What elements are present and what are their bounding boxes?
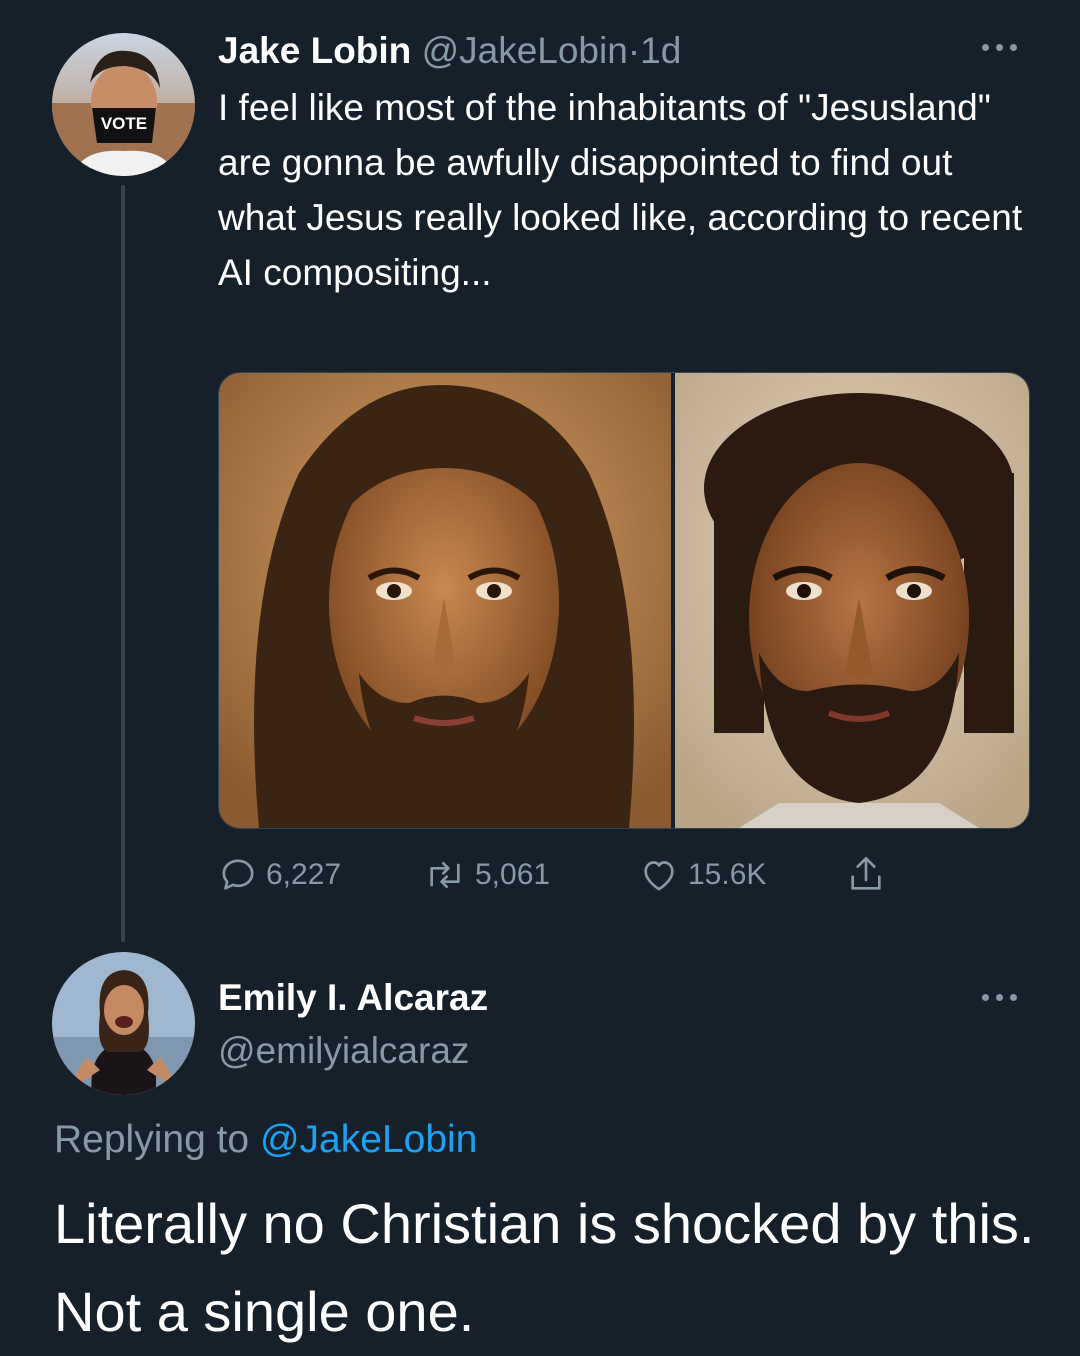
like-button[interactable]: 15.6K <box>638 850 766 900</box>
reply-author-name[interactable]: Emily I. Alcaraz <box>218 975 488 1021</box>
author-name[interactable]: Jake Lobin <box>218 30 411 71</box>
right-face-image <box>675 373 1029 828</box>
reply-count: 6,227 <box>266 858 342 891</box>
retweet-button[interactable]: 5,061 <box>423 850 550 900</box>
retweet-icon <box>430 862 460 888</box>
like-count: 15.6K <box>688 858 767 891</box>
tweet-media-image[interactable] <box>218 372 1030 829</box>
reply-author-handle[interactable]: @emilyialcaraz <box>218 1028 469 1074</box>
tweet-text: I feel like most of the inhabitants of "… <box>218 87 1023 293</box>
replying-to-line: Replying to @JakeLobin <box>54 1115 477 1165</box>
tweet-header: Jake Lobin @JakeLobin·1d <box>218 28 681 74</box>
like-icon <box>644 861 674 891</box>
share-icon <box>851 857 881 890</box>
reply-button[interactable]: 6,227 <box>218 850 341 900</box>
left-face-image <box>219 373 671 828</box>
thread-connector-line <box>121 185 125 942</box>
more-icon[interactable] <box>982 990 1022 1004</box>
retweet-count: 5,061 <box>475 858 551 891</box>
avatar-jake-lobin[interactable]: VOTE <box>52 33 195 176</box>
replying-to-label: Replying to <box>54 1118 250 1161</box>
mask-vote-text: VOTE <box>101 114 147 133</box>
reply-text: Literally no Christian is shocked by thi… <box>54 1192 1035 1343</box>
tweet-timestamp[interactable]: 1d <box>640 30 681 71</box>
replying-to-mention-link[interactable]: @JakeLobin <box>260 1118 477 1161</box>
share-button[interactable] <box>846 850 894 900</box>
header-separator: · <box>627 30 641 71</box>
author-handle[interactable]: @JakeLobin <box>422 30 628 71</box>
avatar-emily-alcaraz[interactable] <box>52 952 195 1095</box>
more-icon[interactable] <box>982 40 1022 54</box>
reply-icon <box>222 859 254 890</box>
tweet-actions-bar: 6,227 5,061 15.6K <box>218 850 978 900</box>
